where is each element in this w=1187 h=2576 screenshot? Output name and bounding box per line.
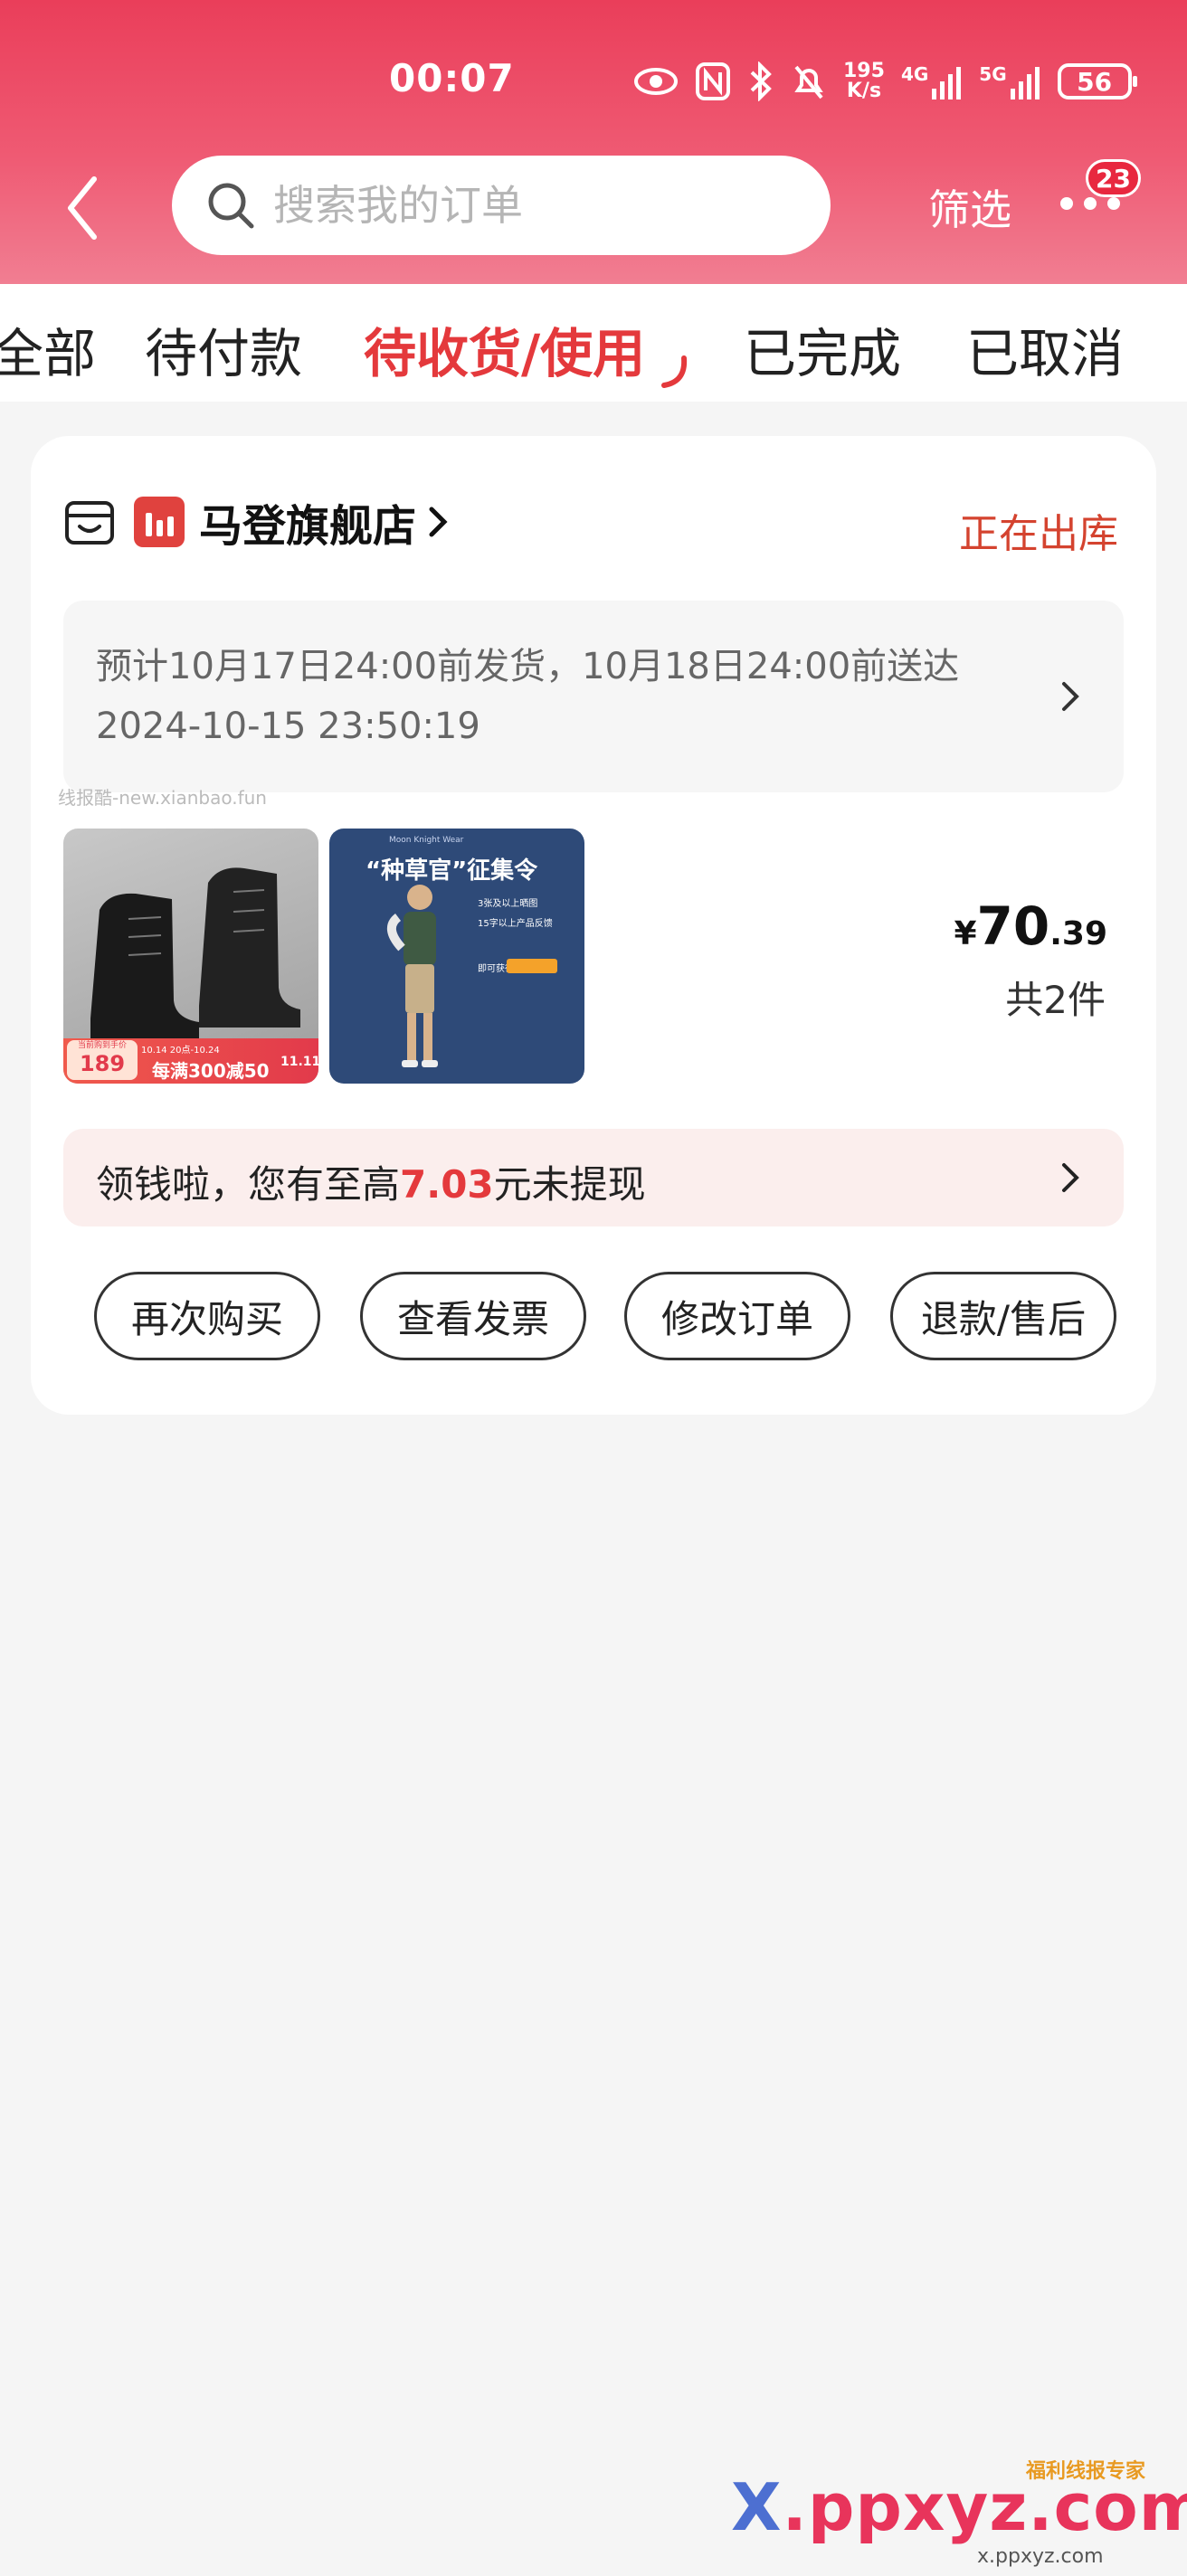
promo-event: 11.11 (280, 1055, 318, 1069)
promo-date: 10.14 20点-10.24 (141, 1046, 220, 1056)
mute-bell-icon (794, 65, 823, 99)
order-card[interactable]: 马登旗舰店 正在出库 预计10月17日24:00前发货，10月18日24:00前… (31, 436, 1156, 1415)
more-dots-icon (1060, 197, 1120, 210)
shop-name: 马登旗舰店 (199, 501, 417, 552)
tab-cancelled[interactable]: 已取消 (966, 311, 1124, 387)
model-figure (387, 885, 438, 1067)
shop-link[interactable]: 马登旗舰店 (63, 490, 449, 554)
poster-sub2: 15字以上产品反馈 (478, 919, 553, 929)
poster-badge (507, 959, 557, 973)
order-timestamp: 2024-10-15 23:50:19 (96, 706, 480, 747)
product-thumbnail-boots[interactable]: 当前购到手价 189 10.14 20点-10.24 每满300减50 11.1… (63, 829, 318, 1084)
signal-4g: 4G (901, 63, 963, 99)
delivery-info[interactable]: 预计10月17日24:00前发货，10月18日24:00前送达 2024-10-… (63, 601, 1124, 792)
active-tab-indicator (661, 355, 688, 388)
order-status: 正在出库 (959, 511, 1118, 557)
watermark-text: 线报酷-new.xianbao.fun (58, 787, 267, 809)
search-input[interactable] (273, 181, 780, 230)
poster-sub1: 3张及以上晒图 (478, 899, 538, 909)
order-tabs: 全部 待付款 待收货/使用 已完成 已取消 (0, 284, 1187, 402)
product-thumbnail-poster[interactable]: Moon Knight Wear “种草官”征集令 3张及以上晒图 15字以上产… (329, 829, 584, 1084)
cash-banner-suffix: 元未提现 (493, 1162, 646, 1207)
nfc-icon (696, 62, 730, 100)
chevron-right-icon (1062, 1163, 1079, 1192)
filter-button[interactable]: 筛选 (928, 177, 1011, 237)
header-bar: 00:07 195 K/s 4G 5G 56 筛选 (0, 0, 1187, 284)
site-logo: X.ppxyz.com (731, 2469, 1187, 2545)
item-count: 共2件 (1005, 978, 1106, 1022)
promo-price-tag: 当前购到手价 189 (67, 1040, 138, 1080)
rebuy-button[interactable]: 再次购买 (94, 1272, 320, 1360)
chevron-right-icon (429, 507, 448, 537)
status-time: 00:07 (389, 56, 515, 100)
signal-bars-icon (932, 67, 962, 99)
signal-5g: 5G (979, 63, 1040, 99)
message-badge: 23 (1086, 159, 1141, 197)
brand-logo-icon (134, 497, 185, 547)
search-box[interactable] (172, 156, 831, 255)
refund-after-sales-button[interactable]: 退款/售后 (890, 1272, 1116, 1360)
status-icons: 195 K/s 4G 5G 56 (633, 56, 1137, 107)
tab-pending-payment[interactable]: 待付款 (145, 311, 302, 387)
eye-icon (634, 68, 678, 95)
cash-withdraw-banner[interactable]: 领钱啦，您有至高7.03元未提现 (63, 1129, 1124, 1226)
promo-offer: 每满300减50 (152, 1060, 270, 1082)
order-total-price: ¥70.39 (954, 895, 1107, 957)
search-icon (208, 183, 254, 229)
tab-completed[interactable]: 已完成 (744, 311, 901, 387)
tab-all[interactable]: 全部 (0, 311, 96, 387)
cash-amount: 7.03 (400, 1162, 494, 1207)
delivery-estimate: 预计10月17日24:00前发货，10月18日24:00前送达 (96, 646, 960, 687)
tab-pending-receipt[interactable]: 待收货/使用 (364, 311, 645, 387)
signal-bars-icon (1010, 67, 1040, 99)
back-arrow-icon[interactable] (58, 172, 112, 244)
store-icon (65, 501, 114, 545)
battery-indicator: 56 (1057, 63, 1137, 99)
cash-banner-prefix: 领钱啦，您有至高 (96, 1162, 401, 1207)
poster-top-text: Moon Knight Wear (389, 836, 464, 845)
modify-order-button[interactable]: 修改订单 (624, 1272, 850, 1360)
site-subtext: x.ppxyz.com (977, 2545, 1104, 2568)
net-speed: 195 K/s (843, 60, 885, 102)
chevron-right-icon (1062, 682, 1079, 711)
view-invoice-button[interactable]: 查看发票 (360, 1272, 586, 1360)
bluetooth-icon (750, 62, 772, 101)
